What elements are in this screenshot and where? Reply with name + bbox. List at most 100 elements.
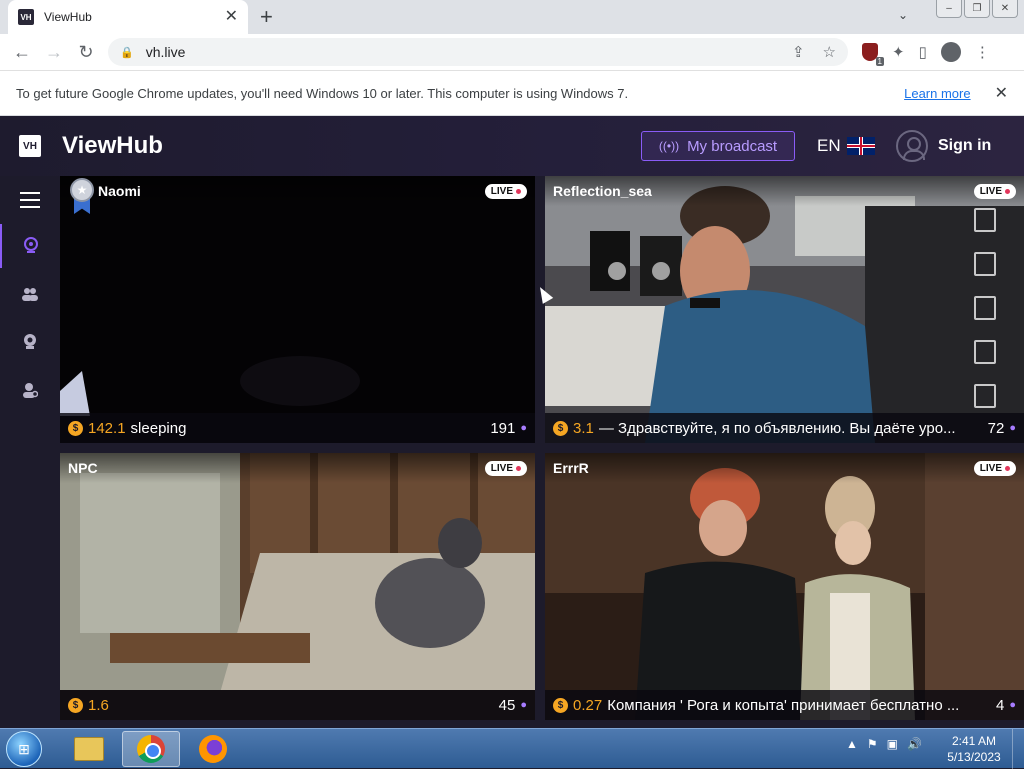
logo-text[interactable]: ViewHub [62,132,163,160]
stream-thumbnail [545,453,1024,720]
puzzle-icon[interactable]: ✦ [892,43,905,61]
stream-thumbnail [60,176,535,443]
live-badge: LIVE [973,184,1016,199]
tab-search-icon[interactable]: ⌄ [898,8,908,22]
firefox-icon [199,735,227,763]
film-frame-icon [974,252,996,276]
uk-flag-icon [846,137,875,155]
firefox-taskbar-button[interactable] [184,731,242,767]
eye-icon: ● [520,422,527,434]
start-button[interactable]: ⊞ [6,731,42,767]
stream-thumbnail [60,453,535,720]
viewhub-page: VH ViewHub ((•)) My broadcast EN Sign in [0,116,1024,726]
coin-icon: $ [553,697,568,713]
site-header: VH ViewHub ((•)) My broadcast EN Sign in [0,116,1024,176]
logo-icon[interactable]: VH [19,135,41,157]
side-panel-icon[interactable]: ▯ [919,43,927,61]
browser-tabstrip: VH ViewHub ✕ + ⌄ – ❐ ✕ [0,0,1024,34]
profile-icon[interactable] [0,368,60,412]
film-frame-icon [974,296,996,320]
url-text[interactable]: vh.live [146,44,774,60]
my-broadcast-button[interactable]: ((•)) My broadcast [641,131,795,161]
chrome-menu-icon[interactable]: ⋮ [975,43,990,61]
forward-icon[interactable]: → [38,42,70,63]
system-tray: ▲ ⚑ ▣ 🔊 [846,737,922,751]
token-rate: 0.27 [573,696,603,714]
streamer-name[interactable]: Naomi [98,183,141,199]
shield-icon[interactable] [0,320,60,364]
language-selector[interactable]: EN [817,136,875,156]
coin-icon: $ [553,420,568,436]
film-frame-icon [974,384,996,408]
stream-card[interactable]: Reflection_sea LIVE $ 3.1 — Здравствуйте… [545,176,1024,443]
webcam-icon[interactable] [0,224,60,268]
reload-icon[interactable]: ↻ [70,42,102,63]
chrome-taskbar-button[interactable] [122,731,180,767]
stream-card[interactable]: ErrrR LIVE $ 0.27 Компания ' Рога и копы… [545,453,1024,720]
stream-thumbnail [545,176,1024,443]
live-badge: LIVE [484,461,527,476]
stream-grid: ★ Naomi LIVE $ 142.1 sleeping 191 ● Refl… [60,176,1024,726]
minimize-button[interactable]: – [936,0,962,18]
token-rate: 142.1 [88,419,126,437]
eye-icon: ● [1009,699,1016,711]
stream-info-bar: $ 142.1 sleeping 191 ● [60,413,535,443]
explorer-taskbar-button[interactable] [60,731,118,767]
live-dot-icon [516,189,521,194]
live-badge: LIVE [484,184,527,199]
streamer-name[interactable]: ErrrR [553,460,589,476]
user-avatar-icon [896,130,928,162]
profile-avatar-icon[interactable] [940,42,961,62]
extensions-area: 1 ✦ ▯ ⋮ [862,42,990,66]
stream-card[interactable]: NPC LIVE $ 1.6 45 ● [60,453,535,720]
taskbar-clock[interactable]: 2:41 AM 5/13/2023 [944,733,1004,765]
live-dot-icon [1005,466,1010,471]
show-desktop-button[interactable] [1012,729,1024,769]
learn-more-link[interactable]: Learn more [904,86,970,101]
stream-card[interactable]: ★ Naomi LIVE $ 142.1 sleeping 191 ● [60,176,535,443]
token-rate: 3.1 [573,419,594,437]
close-window-button[interactable]: ✕ [992,0,1018,18]
update-infobar: To get future Google Chrome updates, you… [0,70,1024,116]
stream-info-bar: $ 1.6 45 ● [60,690,535,720]
ublock-extension-icon[interactable]: 1 [862,43,884,66]
infobar-close-icon[interactable]: ✕ [995,83,1008,103]
tab-viewhub[interactable]: VH ViewHub ✕ [8,0,248,34]
clock-date: 5/13/2023 [947,750,1001,764]
tab-favicon: VH [18,9,34,25]
action-center-flag-icon[interactable]: ⚑ [867,737,878,751]
viewer-count: 45 [498,696,516,714]
bookmark-star-icon[interactable]: ☆ [823,43,836,61]
token-rate: 1.6 [88,696,109,714]
sign-in-button[interactable]: Sign in [896,130,991,162]
restore-button[interactable]: ❐ [964,0,990,18]
coin-icon: $ [68,420,83,436]
show-hidden-icons-icon[interactable]: ▲ [846,737,858,751]
menu-icon[interactable] [0,178,60,222]
new-tab-button[interactable]: + [260,6,273,28]
address-bar[interactable]: 🔒 vh.live ⇪ ☆ [108,38,848,66]
medal-icon: ★ [68,178,96,216]
eye-icon: ● [1009,422,1016,434]
share-icon[interactable]: ⇪ [792,43,805,61]
streamer-name[interactable]: NPC [68,460,98,476]
back-icon[interactable]: ← [6,42,38,63]
stream-info-bar: $ 3.1 — Здравствуйте, я по объявлению. В… [545,413,1024,443]
eye-icon: ● [520,699,527,711]
lock-icon[interactable]: 🔒 [120,46,134,59]
live-dot-icon [516,466,521,471]
viewer-count: 191 [490,419,516,437]
extension-badge: 1 [875,57,884,66]
explorer-icon [74,737,104,761]
language-code: EN [817,136,841,155]
film-frame-icon [974,340,996,364]
tab-close-icon[interactable]: ✕ [225,9,238,25]
volume-icon[interactable]: 🔊 [907,737,922,751]
coin-icon: $ [68,697,83,713]
users-icon[interactable] [0,272,60,316]
windows-taskbar: ⊞ ▲ ⚑ ▣ 🔊 2:41 AM 5/13/2023 [0,728,1024,769]
stream-info-bar: $ 0.27 Компания ' Рога и копыта' принима… [545,690,1024,720]
sign-in-label: Sign in [938,137,992,154]
network-icon[interactable]: ▣ [887,737,898,751]
streamer-name[interactable]: Reflection_sea [553,183,652,199]
